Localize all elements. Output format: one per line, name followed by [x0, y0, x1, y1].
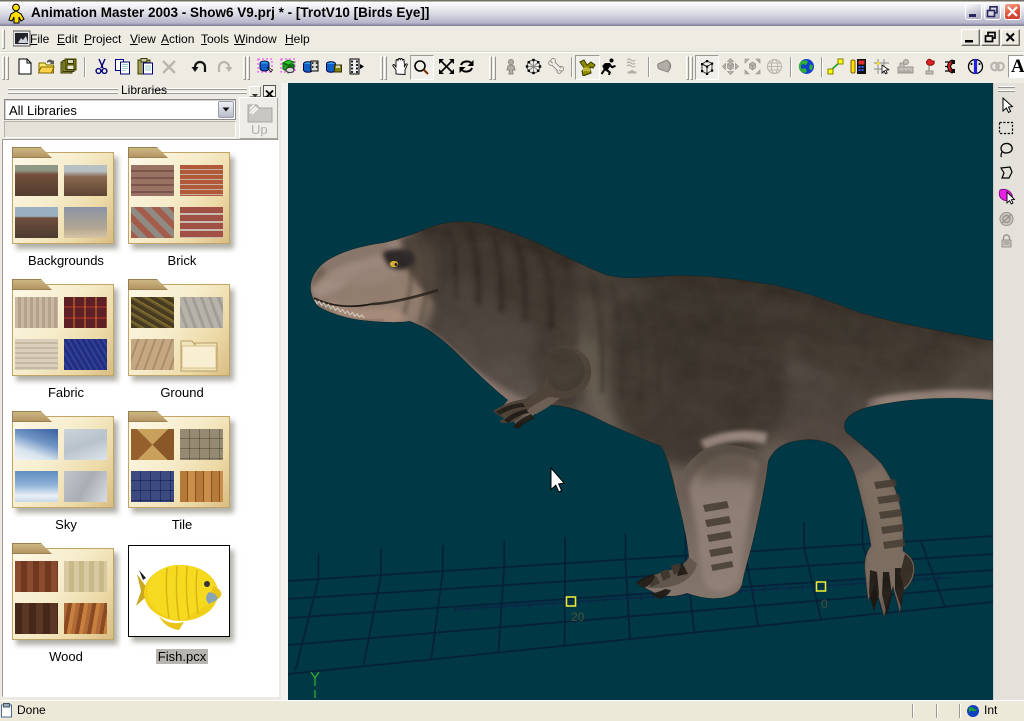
svg-text:0: 0: [821, 597, 828, 611]
svg-text:20: 20: [571, 610, 585, 624]
